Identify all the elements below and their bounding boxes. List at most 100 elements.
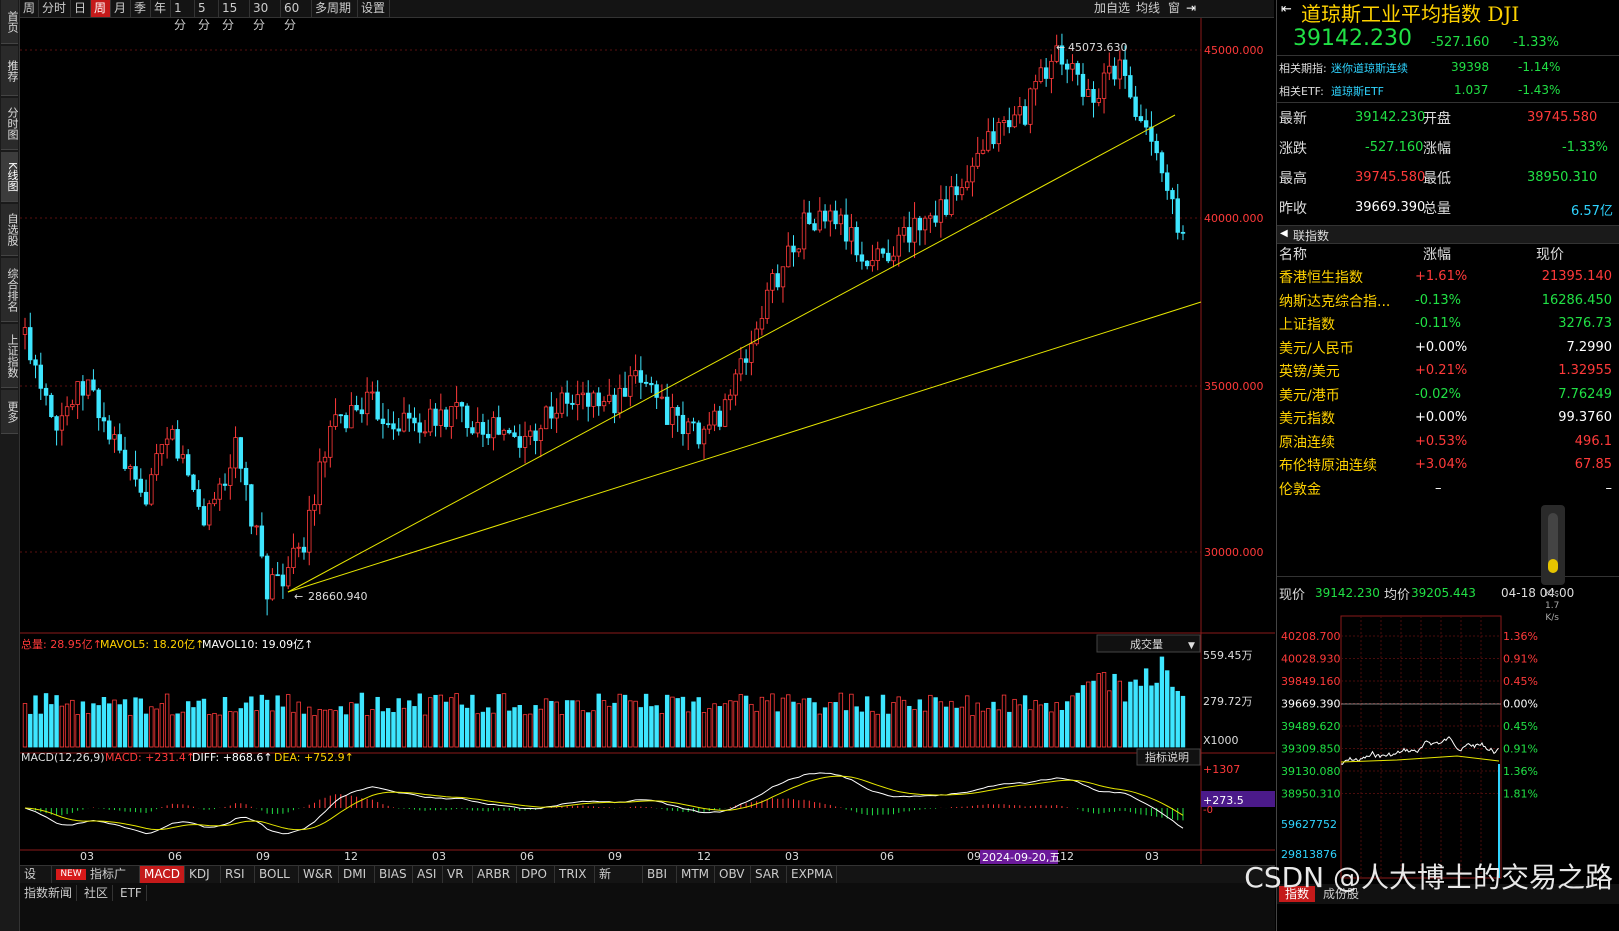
volume-bar (896, 696, 901, 748)
nav-timeshare[interactable]: 分时图 (1, 98, 19, 150)
nav-watchlist[interactable]: 自选股 (1, 204, 19, 256)
period-week-short[interactable]: 周 (20, 0, 39, 17)
period-day[interactable]: 日 (71, 0, 91, 17)
candle-body (117, 434, 122, 451)
candle-body (501, 429, 507, 435)
candle-body (307, 509, 312, 553)
related-row[interactable]: 原油连续 +0.53% 496.1 (1277, 432, 1619, 456)
related-row[interactable]: 英镑/美元 +0.21% 1.32955 (1277, 361, 1619, 385)
related-row[interactable]: 香港恒生指数 +1.61% 21395.140 (1277, 267, 1619, 291)
panel-toggle-icon[interactable]: ⇥ (1186, 0, 1196, 17)
etf-name[interactable]: 道琼斯ETF (1331, 83, 1384, 99)
volume-bar (749, 703, 754, 748)
candle-body (428, 408, 433, 433)
candle-body (1175, 198, 1180, 233)
volume-bar (1028, 709, 1033, 748)
volume-bar (228, 711, 233, 748)
candle-body (1017, 106, 1023, 116)
nav-home[interactable]: 首页 (1, 0, 19, 44)
tab-new-dma[interactable]: 新DMA (595, 866, 643, 898)
tab-trix[interactable]: TRIX (555, 866, 595, 883)
period-1min[interactable]: 1分 (171, 0, 195, 32)
volume-bar (1117, 680, 1123, 748)
nav-kline[interactable]: K线图 (1, 152, 19, 202)
tab-sar[interactable]: SAR (751, 866, 787, 883)
futures-name[interactable]: 迷你道琼斯连续 (1331, 60, 1408, 76)
tab-wr[interactable]: W&R (299, 866, 339, 883)
intraday-chart[interactable]: 40208.700 40028.930 39849.160 39669.390 3948… (1277, 604, 1619, 884)
multi-period[interactable]: 多周期 (312, 0, 358, 17)
kline-chart[interactable]: 45000.000 40000.000 35000.000 30000.000 … (20, 18, 1275, 864)
tab-obv[interactable]: OBV (715, 866, 751, 883)
period-15min[interactable]: 15分 (219, 0, 250, 32)
window-button[interactable]: 窗 (1168, 0, 1180, 17)
volume-bar (649, 706, 654, 748)
related-pct: – (1435, 480, 1442, 496)
chevron-down-icon[interactable]: ▼ (1188, 641, 1195, 651)
candle-body (643, 381, 649, 384)
tab-kdj[interactable]: KDJ (185, 866, 221, 883)
related-pct: -0.11% (1415, 316, 1461, 331)
period-year[interactable]: 年 (151, 0, 171, 17)
tab-bias[interactable]: BIAS (375, 866, 413, 883)
period-60min[interactable]: 60分 (281, 0, 312, 32)
candle-body (670, 407, 675, 425)
candle-body (343, 415, 349, 429)
stat-label: 昨收 (1279, 201, 1307, 217)
tab-dpo[interactable]: DPO (517, 866, 555, 883)
volume-bar (912, 709, 917, 748)
nav-shanghai-index[interactable]: 上证指数 (1, 324, 19, 388)
etf-tab[interactable]: ETF (116, 885, 147, 901)
candle-body (22, 327, 28, 335)
tab-vr[interactable]: VR (443, 866, 473, 883)
candle-body (854, 227, 859, 256)
tab-asi[interactable]: ASI (413, 866, 443, 883)
related-row[interactable]: 纳斯达克综合指... -0.13% 16286.450 (1277, 291, 1619, 315)
related-row[interactable]: 美元/人民币 +0.00% 7.2990 (1277, 338, 1619, 362)
candle-body (328, 425, 333, 458)
related-price: 7.2990 (1566, 339, 1613, 355)
tab-arbr[interactable]: ARBR (473, 866, 517, 883)
candle-body (101, 417, 107, 422)
nav-recommend[interactable]: 推荐 (1, 46, 19, 96)
tab-expma[interactable]: EXPMA (787, 866, 837, 883)
nav-more[interactable]: 更多 (1, 390, 19, 434)
related-row[interactable]: 美元指数 +0.00% 99.3760 (1277, 408, 1619, 432)
period-timeshare[interactable]: 分时 (39, 0, 71, 17)
related-row[interactable]: 布伦特原油连续 +3.04% 67.85 (1277, 455, 1619, 479)
tab-bbi[interactable]: BBI (643, 866, 677, 883)
period-week[interactable]: 周 (91, 0, 111, 17)
related-row[interactable]: 伦敦金 – – (1277, 479, 1619, 503)
tab-dmi[interactable]: DMI (339, 866, 375, 883)
nav-ranking[interactable]: 综合排名 (1, 258, 19, 322)
panel-collapse-icon[interactable]: ⇤ (1281, 2, 1292, 17)
ma-button[interactable]: 均线 (1136, 0, 1160, 17)
indicator-settings[interactable]: 设置 (20, 866, 52, 898)
volume-label-max: 559.45万 (1203, 649, 1253, 662)
community-tab[interactable]: 社区 (80, 885, 114, 901)
candle-body (817, 210, 823, 231)
related-pct: -0.13% (1415, 292, 1461, 308)
tab-mtm[interactable]: MTM (677, 866, 715, 883)
period-quarter[interactable]: 季 (131, 0, 151, 17)
volume-bar (643, 693, 649, 748)
related-row[interactable]: 美元/港币 -0.02% 7.76249 (1277, 385, 1619, 409)
caret-icon[interactable]: ◀ (1280, 228, 1288, 239)
speed-widget[interactable] (1541, 505, 1565, 585)
period-month[interactable]: 月 (111, 0, 131, 17)
index-news-tab[interactable]: 指数新闻 (20, 885, 78, 901)
candle-body (964, 181, 970, 188)
period-30min[interactable]: 30分 (250, 0, 281, 32)
related-row[interactable]: 上证指数 -0.11% 3276.73 (1277, 314, 1619, 338)
indicator-plaza[interactable]: 指标广场 (86, 866, 140, 898)
related-price: 67.85 (1574, 457, 1612, 472)
volume-bar (922, 710, 928, 748)
candle-body (296, 546, 301, 549)
tab-rsi[interactable]: RSI (221, 866, 255, 883)
settings-button[interactable]: 设置 (358, 0, 390, 17)
tab-macd[interactable]: MACD (140, 866, 185, 883)
add-watchlist-button[interactable]: 加自选 (1094, 0, 1130, 17)
tab-boll[interactable]: BOLL (255, 866, 299, 883)
volume-bar (143, 713, 149, 748)
period-5min[interactable]: 5分 (195, 0, 219, 32)
